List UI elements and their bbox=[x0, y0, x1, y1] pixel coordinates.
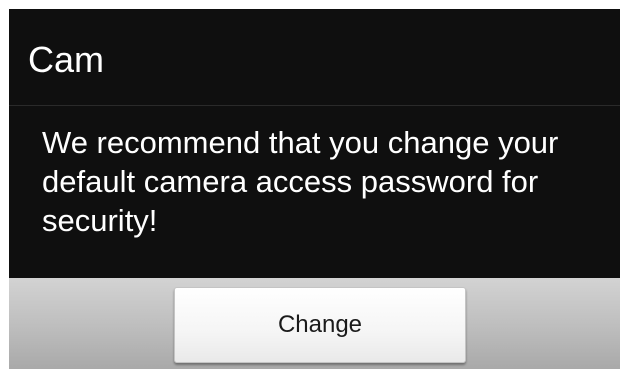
alert-dialog: Cam We recommend that you change your de… bbox=[9, 9, 620, 369]
dialog-button-bar: Change bbox=[9, 278, 620, 369]
change-button-label: Change bbox=[277, 311, 363, 338]
dialog-header: Cam bbox=[9, 9, 620, 105]
dialog-message: We recommend that you change your defaul… bbox=[42, 125, 559, 238]
change-button[interactable]: Change bbox=[174, 287, 466, 363]
dialog-title: Cam bbox=[28, 39, 105, 80]
dialog-body: We recommend that you change your defaul… bbox=[9, 106, 620, 278]
